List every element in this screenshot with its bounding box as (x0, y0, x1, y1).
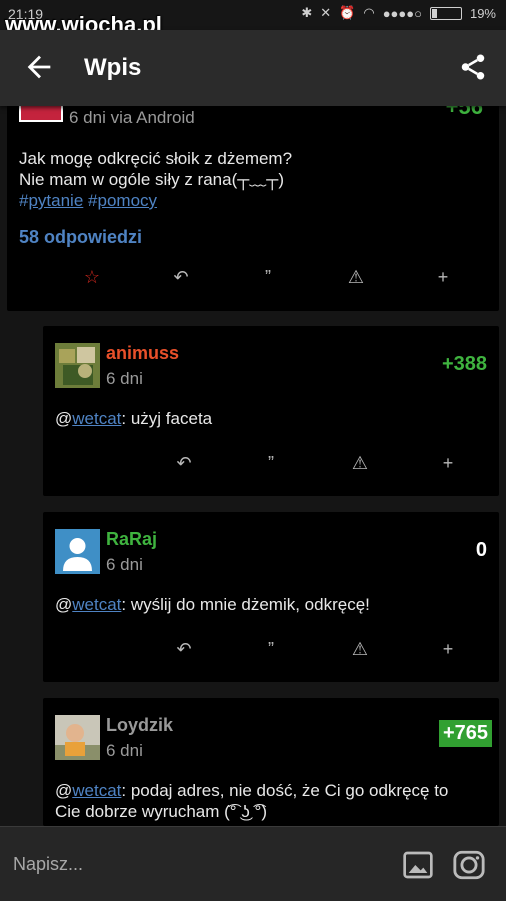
comment-text: @wetcat: użyj faceta (55, 408, 485, 429)
message-input[interactable]: Napisz... (13, 854, 83, 875)
reply-icon[interactable]: ↶ (169, 634, 199, 664)
reply-icon[interactable]: ↶ (166, 262, 196, 292)
plus-icon[interactable]: + (428, 262, 458, 292)
avatar[interactable] (19, 106, 63, 122)
app-bar: Wpis (0, 30, 506, 106)
post-card: 6 dni via Android +56 Jak mogę odkręcić … (7, 90, 499, 311)
signal-icon: ●●●●○ (382, 5, 422, 21)
comment-text: @wetcat: podaj adres, nie dość, że Ci go… (55, 780, 485, 822)
plus-icon[interactable]: + (433, 448, 463, 478)
tag-link-pytanie[interactable]: pytanie (28, 191, 83, 210)
post-text-line: Nie mam w ogóle siły z rana(┬﹏┬) (19, 170, 284, 189)
status-bar: 21:19 www.wiocha.pl ✱ ✕ ⏰ ◠ ●●●●○ 19% (0, 0, 506, 37)
mention-at: @ (55, 781, 73, 800)
comment-author[interactable]: animuss (106, 343, 179, 364)
status-icons: ✱ ✕ ⏰ ◠ ●●●●○ 19% (301, 5, 496, 21)
tag-link-pomocy[interactable]: pomocy (98, 191, 158, 210)
avatar[interactable] (55, 343, 100, 388)
avatar[interactable] (55, 715, 100, 760)
post-body: Jak mogę odkręcić słoik z dżemem? Nie ma… (19, 148, 292, 211)
back-arrow-icon[interactable] (22, 50, 56, 84)
comment-text-line: Cie dobrze wyrucham (͡° ͜ʖ ͡°) (55, 802, 267, 821)
comment-card: animuss 6 dni +388 @wetcat: użyj faceta … (43, 326, 499, 496)
page-title: Wpis (84, 54, 142, 81)
reply-icon[interactable]: ↶ (169, 448, 199, 478)
comment-time: 6 dni (106, 741, 143, 760)
comment-author[interactable]: Loydzik (106, 715, 173, 736)
comment-author[interactable]: RaRaj (106, 529, 157, 550)
quote-icon[interactable]: ” (253, 262, 283, 292)
comment-card: RaRaj 6 dni 0 @wetcat: wyślij do mnie dż… (43, 512, 499, 682)
battery-icon (429, 6, 462, 20)
image-icon[interactable] (402, 849, 434, 881)
replies-link[interactable]: 58 odpowiedzi (19, 227, 142, 248)
battery-level: 19% (469, 5, 496, 21)
post-text-line: Jak mogę odkręcić słoik z dżemem? (19, 149, 293, 168)
post-tags: #pytanie #pomocy (19, 190, 292, 211)
mention-at: @ (55, 409, 73, 428)
mention-link[interactable]: wetcat (72, 781, 121, 800)
camera-icon[interactable] (452, 848, 486, 882)
comment-vote-count[interactable]: 0 (476, 539, 487, 562)
alarm-icon: ⏰ (339, 5, 356, 20)
composer-bar: Napisz... (0, 826, 506, 901)
comment-text-line: @wetcat: podaj adres, nie dość, że Ci go… (55, 780, 485, 801)
warning-icon[interactable]: ⚠ (345, 448, 375, 478)
mention-at: @ (55, 595, 73, 614)
share-icon[interactable] (458, 50, 488, 84)
bluetooth-icon: ✱ (301, 5, 313, 20)
quote-icon[interactable]: ” (256, 634, 286, 664)
avatar[interactable] (55, 529, 100, 574)
star-icon[interactable]: ☆ (77, 262, 107, 292)
tag-hash: # (88, 191, 98, 210)
comment-vote-count[interactable]: +388 (442, 353, 487, 376)
quote-icon[interactable]: ” (256, 448, 286, 478)
comment-time: 6 dni (106, 555, 143, 574)
post-meta: 6 dni via Android (69, 108, 195, 127)
post-actions: ☆ ↶ ” ⚠ + (7, 262, 499, 292)
comment-body: : wyślij do mnie dżemik, odkręcę! (121, 595, 370, 614)
mention-link[interactable]: wetcat (72, 409, 121, 428)
warning-icon[interactable]: ⚠ (341, 262, 371, 292)
mute-icon: ✕ (320, 5, 332, 20)
wifi-icon: ◠ (363, 5, 375, 20)
comment-vote-count[interactable]: +765 (438, 720, 492, 747)
comment-body: : podaj adres, nie dość, że Ci go odkręc… (121, 781, 449, 800)
comment-body: : użyj faceta (121, 409, 213, 428)
comment-actions: ↶ ” ⚠ + (43, 448, 499, 478)
comment-card: Loydzik 6 dni +765 @wetcat: podaj adres,… (43, 698, 499, 826)
warning-icon[interactable]: ⚠ (345, 634, 375, 664)
plus-icon[interactable]: + (433, 634, 463, 664)
comment-actions: ↶ ” ⚠ + (43, 634, 499, 664)
comment-text: @wetcat: wyślij do mnie dżemik, odkręcę! (55, 594, 485, 615)
mention-link[interactable]: wetcat (72, 595, 121, 614)
comment-time: 6 dni (106, 369, 143, 388)
